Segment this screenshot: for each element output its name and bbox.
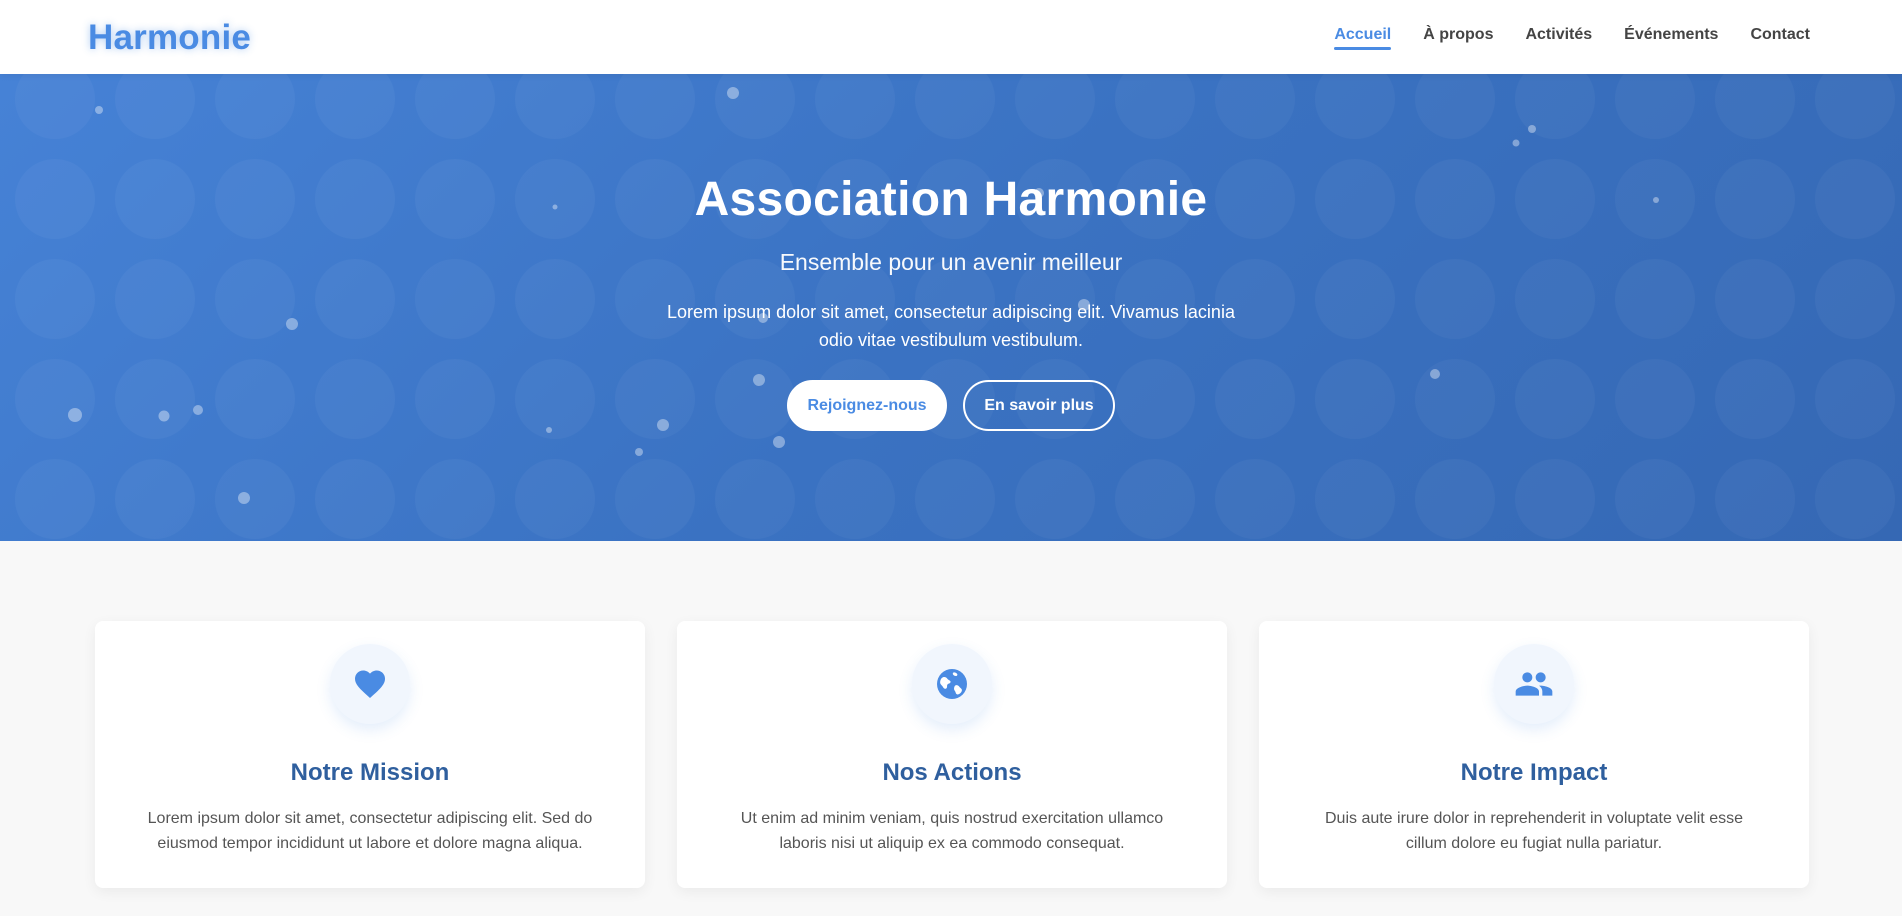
users-icon <box>1515 672 1553 696</box>
hero-buttons: Rejoignez-nous En savoir plus <box>0 380 1902 431</box>
nav-link-accueil[interactable]: Accueil <box>1334 26 1391 50</box>
hero-section: Association Harmonie Ensemble pour un av… <box>0 74 1902 541</box>
join-button[interactable]: Rejoignez-nous <box>787 380 947 431</box>
card-icon-wrapper <box>1494 644 1574 724</box>
nav-link-activites[interactable]: Activités <box>1525 26 1592 48</box>
card-icon-wrapper <box>912 644 992 724</box>
nav-link-a-propos[interactable]: À propos <box>1423 26 1493 48</box>
hero-title: Association Harmonie <box>694 173 1208 226</box>
card-icon-wrapper <box>330 644 410 724</box>
card-title: Notre Mission <box>290 759 450 786</box>
nav-links: Accueil À propos Activités Événements Co… <box>1334 26 1810 50</box>
hero-content: Association Harmonie Ensemble pour un av… <box>0 172 1902 431</box>
learn-more-button[interactable]: En savoir plus <box>963 380 1115 431</box>
card-text: Duis aute irure dolor in reprehenderit i… <box>1324 810 1743 852</box>
card-title: Nos Actions <box>882 759 1022 786</box>
navbar: Harmonie Accueil À propos Activités Évén… <box>0 0 1902 74</box>
card-actions: Nos Actions Ut enim ad minim veniam, qui… <box>677 621 1227 888</box>
card-text: Ut enim ad minim veniam, quis nostrud ex… <box>740 810 1164 852</box>
card-impact: Notre Impact Duis aute irure dolor in re… <box>1259 621 1809 888</box>
logo[interactable]: Harmonie <box>88 18 251 58</box>
nav-link-contact[interactable]: Contact <box>1750 26 1810 48</box>
feature-cards: Notre Mission Lorem ipsum dolor sit amet… <box>95 621 1809 888</box>
card-mission: Notre Mission Lorem ipsum dolor sit amet… <box>95 621 645 888</box>
card-text: Lorem ipsum dolor sit amet, consectetur … <box>147 810 593 852</box>
globe-icon <box>937 669 967 699</box>
hero-description: Lorem ipsum dolor sit amet, consectetur … <box>667 302 1235 350</box>
hero-subtitle: Ensemble pour un avenir meilleur <box>779 249 1123 275</box>
card-title: Notre Impact <box>1460 759 1608 786</box>
heart-icon <box>355 670 385 699</box>
nav-link-evenements[interactable]: Événements <box>1624 26 1718 48</box>
